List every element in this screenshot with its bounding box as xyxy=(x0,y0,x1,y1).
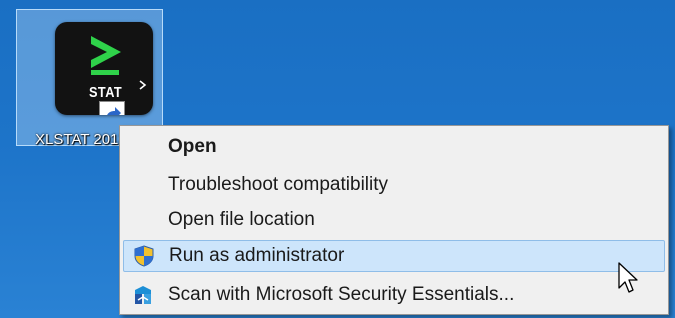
logo-superscript-chevron-icon xyxy=(139,80,147,90)
menu-item-scan-security-essentials[interactable]: Scan with Microsoft Security Essentials.… xyxy=(123,279,665,311)
menu-item-label: Run as administrator xyxy=(169,245,345,266)
context-menu: Open Troubleshoot compatibility Open fil… xyxy=(119,125,669,315)
xlstat-chevron-icon xyxy=(91,36,121,75)
mouse-pointer-icon xyxy=(618,262,638,293)
shortcut-arrow-icon xyxy=(99,101,125,115)
menu-item-open-file-location[interactable]: Open file location xyxy=(123,204,665,236)
xlstat-app-icon: STAT xyxy=(55,22,153,115)
menu-item-troubleshoot-compatibility[interactable]: Troubleshoot compatibility xyxy=(123,169,665,201)
menu-item-open[interactable]: Open xyxy=(123,131,665,163)
uac-shield-icon xyxy=(134,245,154,267)
security-essentials-icon xyxy=(135,286,151,304)
desktop[interactable]: STAT XLSTAT 2013 Open Troubleshoot compa… xyxy=(0,0,675,318)
menu-item-label: Scan with Microsoft Security Essentials.… xyxy=(168,284,515,305)
xlstat-logo-text: STAT xyxy=(89,84,123,101)
menu-item-run-as-administrator[interactable]: Run as administrator xyxy=(123,240,665,272)
